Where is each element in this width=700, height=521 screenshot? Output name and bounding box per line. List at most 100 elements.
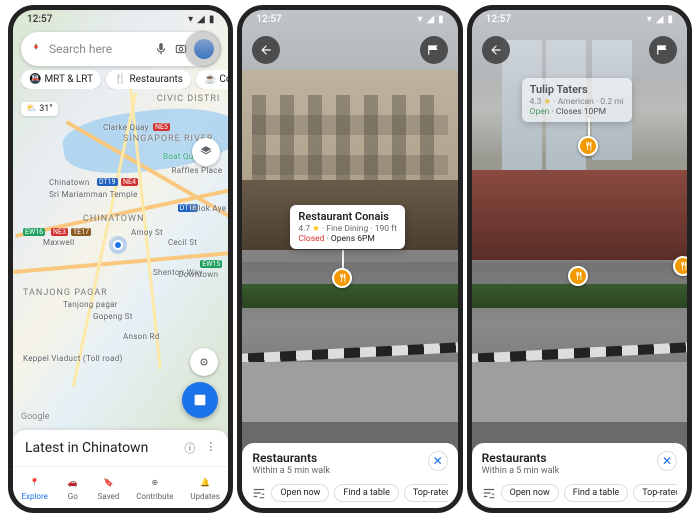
pill-ne3: NE3 xyxy=(51,228,68,236)
label-chinatown: CHINATOWN xyxy=(83,214,144,224)
info-icon[interactable]: ⓘ xyxy=(184,440,195,456)
wifi-icon: ▾ xyxy=(647,14,652,25)
locate-icon xyxy=(197,355,211,369)
phone-liveview-1: 12:57 ▾ ◢ ▮ Restaurant Conais 4.7 ★ · Fine… xyxy=(237,5,462,513)
filter-row: Open now Find a table Top-rated More xyxy=(482,484,677,502)
results-sheet[interactable]: Restaurants Within a 5 min walk ✕ Open n… xyxy=(242,443,457,508)
label-mariamman: Sri Mariamman Temple xyxy=(49,190,138,199)
nav-updates[interactable]: 🔔Updates xyxy=(190,475,220,501)
fork-knife-icon xyxy=(337,273,347,283)
chip-open-now[interactable]: Open now xyxy=(501,484,559,502)
results-sheet[interactable]: Restaurants Within a 5 min walk ✕ Open n… xyxy=(472,443,687,508)
poi-status: Open · Closes 10PM xyxy=(530,107,624,117)
latest-sheet[interactable]: Latest in Chinatown ⓘ ⋮ xyxy=(13,430,228,466)
label-gopeng: Gopeng St xyxy=(93,312,133,321)
chip-restaurants[interactable]: 🍴Restaurants xyxy=(106,70,191,89)
poi-card-tulip[interactable]: Tulip Taters 4.3 ★ · American · 0.2 mi O… xyxy=(522,78,632,122)
poi-card-restaurant[interactable]: Restaurant Conais 4.7 ★ · Fine Dining · … xyxy=(290,205,405,249)
signal-icon: ◢ xyxy=(656,14,664,25)
chip-top-rated[interactable]: Top-rated xyxy=(633,484,677,502)
nav-saved[interactable]: 🔖Saved xyxy=(98,475,120,501)
bookmark-icon: 🔖 xyxy=(100,475,116,491)
search-placeholder: Search here xyxy=(49,42,148,56)
sheet-subtitle: Within a 5 min walk xyxy=(482,466,560,476)
nav-explore[interactable]: 📍Explore xyxy=(21,475,47,501)
label-amoy: Amoy St xyxy=(131,228,163,237)
label-keppel: Keppel Viaduct (Toll road) xyxy=(23,354,123,363)
chip-coffee[interactable]: ☕Coffee xyxy=(196,70,228,89)
weather-chip[interactable]: ⛅31° xyxy=(21,102,58,116)
sheet-title: Restaurants xyxy=(252,451,330,465)
mic-icon[interactable] xyxy=(154,42,168,56)
feedback-button[interactable] xyxy=(649,36,677,64)
label-downtown: Downtown xyxy=(178,270,218,279)
chip-open-now[interactable]: Open now xyxy=(271,484,329,502)
phone-liveview-2: 12:57 ▾ ◢▮ Tulip Taters 4.3 ★ · American … xyxy=(467,5,692,513)
label-telok: Telok Aye xyxy=(189,204,226,213)
poi-pin[interactable] xyxy=(578,136,598,156)
sheet-subtitle: Within a 5 min walk xyxy=(252,466,330,476)
close-button[interactable]: ✕ xyxy=(657,451,677,471)
arrow-left-icon xyxy=(259,43,273,57)
fork-knife-icon xyxy=(583,141,593,151)
poi-status: Closed · Opens 6PM xyxy=(298,234,397,244)
plus-icon: ⊕ xyxy=(147,475,163,491)
pill-ew16: EW16 xyxy=(23,228,45,236)
status-bar: 12:57 ▾ ◢▮ xyxy=(472,10,687,28)
chip-find-table[interactable]: Find a table xyxy=(564,484,628,502)
latest-title: Latest in Chinatown xyxy=(25,440,148,456)
poi-pin-2[interactable] xyxy=(568,266,588,286)
feedback-button[interactable] xyxy=(420,36,448,64)
back-button[interactable] xyxy=(482,36,510,64)
directions-icon xyxy=(191,391,209,409)
tune-icon[interactable] xyxy=(252,486,266,500)
tune-icon[interactable] xyxy=(482,486,496,500)
more-icon[interactable]: ⋮ xyxy=(205,440,216,456)
status-bar: 12:57 ▾ ◢ ▮ xyxy=(13,10,228,28)
label-chinatown-sta: Chinatown xyxy=(49,178,90,187)
status-bar: 12:57 ▾ ◢ ▮ xyxy=(242,10,457,28)
close-button[interactable]: ✕ xyxy=(428,451,448,471)
nav-go[interactable]: 🚗Go xyxy=(65,475,81,501)
poi-pin-3[interactable] xyxy=(673,256,692,276)
sheet-title: Restaurants xyxy=(482,451,560,465)
filter-row: Open now Find a table Top-rated More xyxy=(252,484,447,502)
poi-pin[interactable] xyxy=(332,268,352,288)
battery-icon: ▮ xyxy=(667,14,673,25)
wifi-icon: ▾ xyxy=(417,14,422,25)
label-maxwell: Maxwell xyxy=(43,238,75,247)
battery-icon: ▮ xyxy=(209,14,215,25)
pill-ne5: NE5 xyxy=(153,123,170,131)
signal-icon: ◢ xyxy=(426,14,434,25)
flag-icon xyxy=(656,43,670,57)
battery-icon: ▮ xyxy=(438,14,444,25)
chip-mrt[interactable]: 🚇MRT & LRT xyxy=(21,70,101,89)
wifi-icon: ▾ xyxy=(188,14,193,25)
label-tanjongp: Tanjong pagar xyxy=(63,300,118,309)
chip-find-table[interactable]: Find a table xyxy=(334,484,398,502)
flag-icon xyxy=(427,43,441,57)
status-time: 12:57 xyxy=(486,14,511,25)
camera-feed xyxy=(242,10,457,508)
poi-name: Tulip Taters xyxy=(530,83,624,96)
nav-contribute[interactable]: ⊕Contribute xyxy=(136,475,173,501)
chip-top-rated[interactable]: Top-rated xyxy=(404,484,448,502)
label-cecil: Cecil St xyxy=(168,238,197,247)
pill-ne4: NE4 xyxy=(121,178,138,186)
label-tanjong: TANJONG PAGAR xyxy=(23,288,108,298)
car-icon: 🚗 xyxy=(65,475,81,491)
category-chip-row[interactable]: 🚇MRT & LRT 🍴Restaurants ☕Coffee ⛽ xyxy=(21,70,228,89)
phone-maps-list: 12:57 ▾ ◢ ▮ Search here 🚇MRT & LRT 🍴Rest… xyxy=(8,5,233,513)
maps-logo-icon xyxy=(29,42,43,56)
current-location-dot xyxy=(113,240,123,250)
star-icon: ★ xyxy=(544,97,552,107)
poi-name: Restaurant Conais xyxy=(298,210,397,223)
fork-knife-icon xyxy=(678,261,688,271)
status-time: 12:57 xyxy=(27,14,52,25)
label-clarke: Clarke Quay xyxy=(103,123,149,132)
status-time: 12:57 xyxy=(256,14,281,25)
layers-icon xyxy=(199,145,213,159)
label-anson: Anson Rd xyxy=(123,332,160,341)
label-civic: CIVIC DISTRI xyxy=(157,94,221,104)
arrow-left-icon xyxy=(489,43,503,57)
